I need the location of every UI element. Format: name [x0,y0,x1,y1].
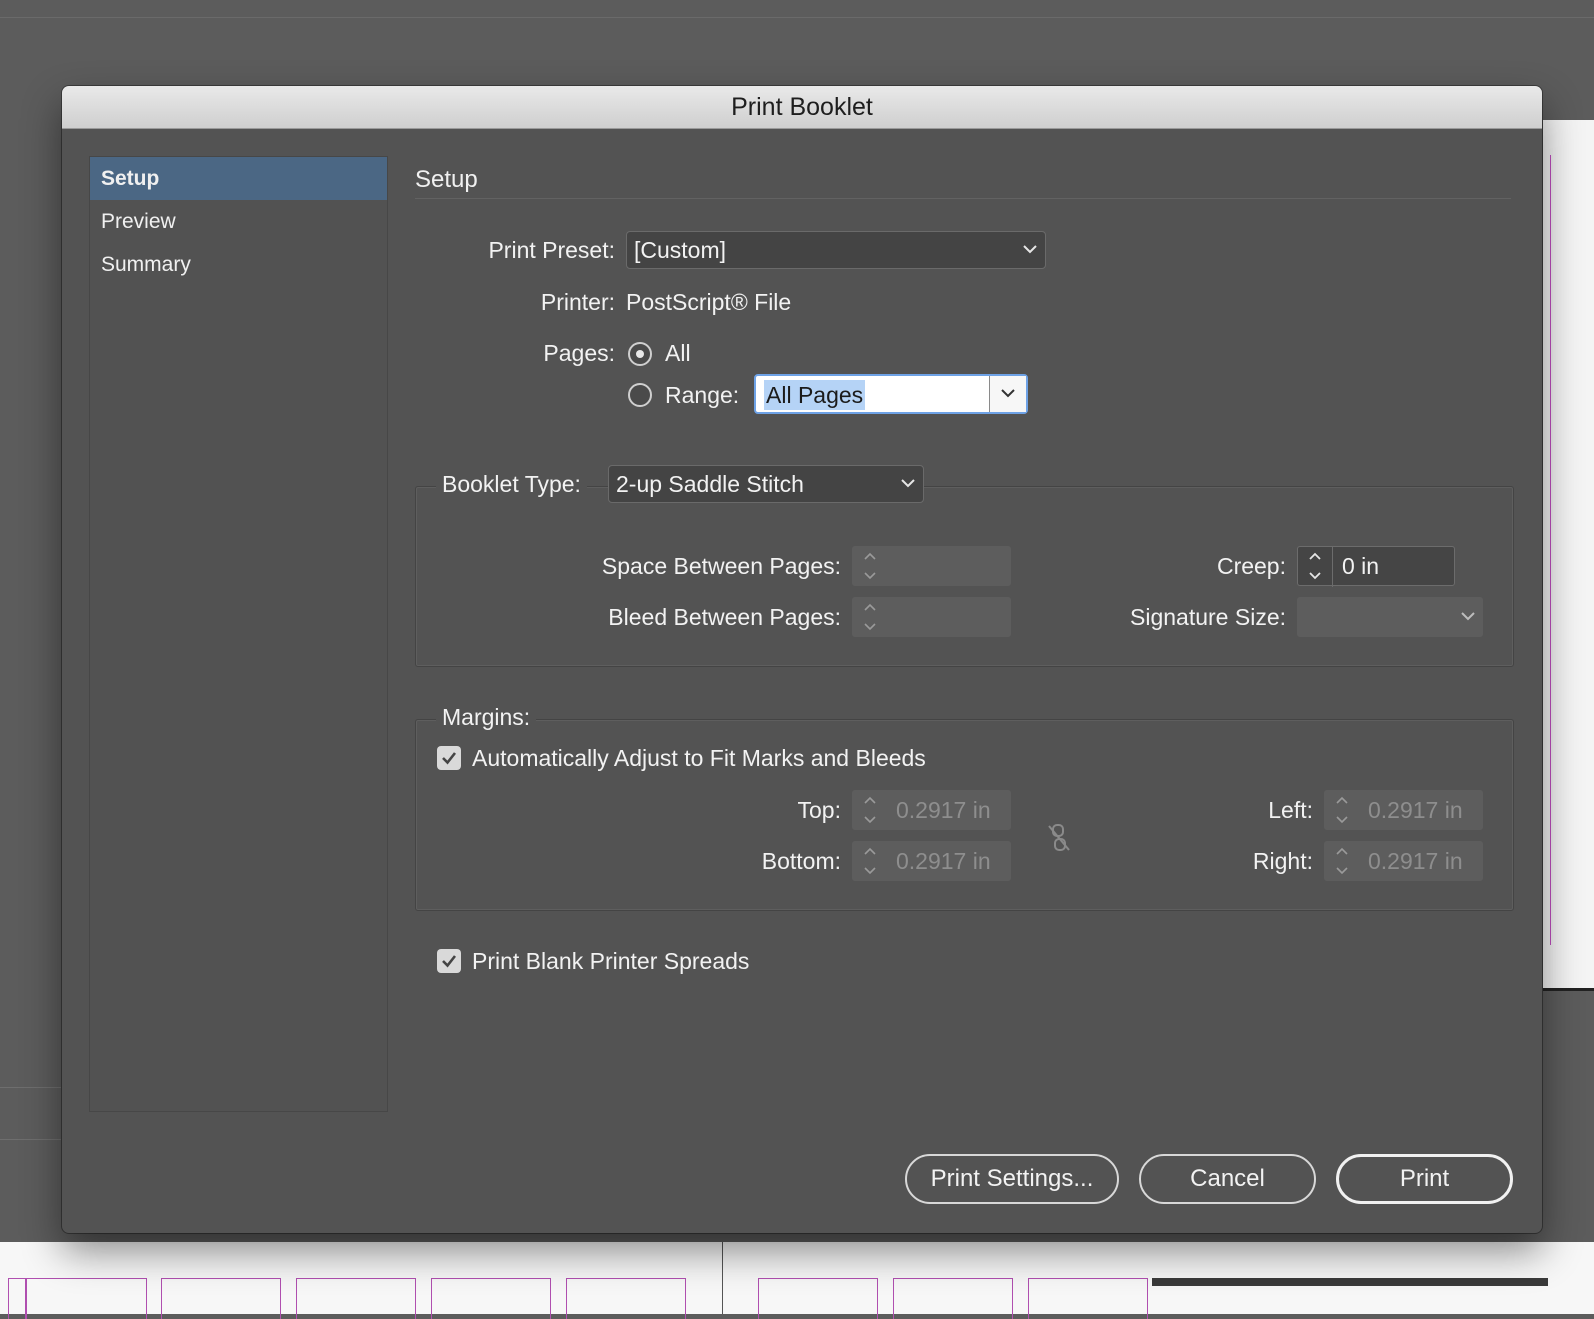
stepper-arrows-icon[interactable] [852,597,886,637]
pages-all-radio[interactable] [628,342,652,366]
chevron-down-icon [1001,388,1015,400]
creep-label: Creep: [1216,553,1286,579]
spread-divider [722,1242,723,1314]
pages-range-combobox[interactable]: All Pages [754,374,1028,414]
margin-left-label: Left: [1268,797,1313,823]
print-blank-spreads-checkbox[interactable] [437,949,461,973]
print-settings-button[interactable]: Print Settings... [905,1154,1119,1204]
creep-stepper[interactable]: 0 in [1297,546,1455,587]
margin-left-value: 0.2917 in [1368,797,1463,823]
page-thumbnail [758,1278,878,1319]
stepper-arrows-icon[interactable] [1324,790,1358,830]
printer-label: Printer: [540,289,615,315]
booklet-type-value: 2-up Saddle Stitch [616,471,804,497]
auto-adjust-checkbox[interactable] [437,746,461,770]
pages-range-input[interactable]: All Pages [764,380,866,410]
unlinked-chain-icon[interactable] [1046,822,1072,854]
pages-label: Pages: [543,340,615,366]
chevron-down-icon [1023,244,1037,256]
stepper-arrows-icon[interactable] [852,790,886,830]
page-thumbnail [893,1278,1013,1319]
bleed-between-pages-stepper[interactable] [852,597,1011,637]
page-thumbnail [431,1278,551,1319]
creep-value[interactable]: 0 in [1342,547,1379,585]
margin-top-label: Top: [797,797,841,823]
margin-top-value: 0.2917 in [896,797,991,823]
app-panel-divider [0,1087,62,1088]
page-thumbnail-dark [1152,1278,1548,1286]
pages-all-label: All [665,340,691,366]
signature-size-label: Signature Size: [1130,604,1286,630]
sidebar-item-preview[interactable]: Preview [90,200,387,243]
booklet-type-label: Booklet Type: [436,471,587,498]
auto-adjust-label[interactable]: Automatically Adjust to Fit Marks and Bl… [472,745,926,772]
sidebar-item-setup[interactable]: Setup [90,157,387,200]
pages-range-label: Range: [665,382,740,408]
dialog-title: Print Booklet [62,86,1542,129]
page-thumbnail [296,1278,416,1319]
chevron-down-icon [901,478,915,490]
document-pasteboard [0,1242,1594,1319]
margin-bottom-stepper[interactable]: 0.2917 in [852,841,1011,881]
page-thumbnail [1028,1278,1148,1319]
print-button[interactable]: Print [1336,1154,1513,1204]
stepper-arrows-icon[interactable] [1298,547,1333,587]
stepper-arrows-icon[interactable] [1324,841,1358,881]
printer-value: PostScript® File [626,289,792,315]
pages-range-radio[interactable] [628,383,652,407]
cancel-button[interactable]: Cancel [1139,1154,1316,1204]
print-preset-select[interactable]: [Custom] [626,231,1046,269]
section-divider [415,198,1511,199]
sidebar-item-summary[interactable]: Summary [90,243,387,286]
margins-label: Margins: [436,704,537,731]
chevron-down-icon [1461,611,1475,623]
print-preset-label: Print Preset: [488,237,615,263]
margin-top-stepper[interactable]: 0.2917 in [852,790,1011,830]
margin-guide [1550,155,1551,945]
page-thumbnail [25,1278,147,1319]
pages-range-dropdown-button[interactable] [989,376,1026,412]
space-between-pages-label: Space Between Pages: [601,553,841,579]
print-booklet-dialog: Print Booklet Setup Preview Summary Setu… [62,86,1542,1233]
margin-bottom-value: 0.2917 in [896,848,991,874]
document-page-edge [1542,120,1594,991]
page-thumbnail [161,1278,281,1319]
bleed-between-pages-label: Bleed Between Pages: [608,604,841,630]
sidebar: Setup Preview Summary [89,156,388,1112]
margin-left-stepper[interactable]: 0.2917 in [1324,790,1483,830]
margin-right-stepper[interactable]: 0.2917 in [1324,841,1483,881]
app-toolbar-divider [0,17,1594,18]
stepper-arrows-icon[interactable] [852,841,886,881]
booklet-type-select[interactable]: 2-up Saddle Stitch [608,465,924,503]
app-panel-divider [0,1139,62,1140]
section-title: Setup [415,166,478,193]
print-preset-value: [Custom] [634,237,727,263]
margin-right-label: Right: [1252,848,1313,874]
margin-bottom-label: Bottom: [761,848,841,874]
stepper-arrows-icon[interactable] [852,546,886,586]
print-blank-spreads-label[interactable]: Print Blank Printer Spreads [472,948,749,975]
signature-size-select[interactable] [1297,597,1483,637]
margin-right-value: 0.2917 in [1368,848,1463,874]
page-thumbnail [566,1278,686,1319]
space-between-pages-stepper[interactable] [852,546,1011,586]
